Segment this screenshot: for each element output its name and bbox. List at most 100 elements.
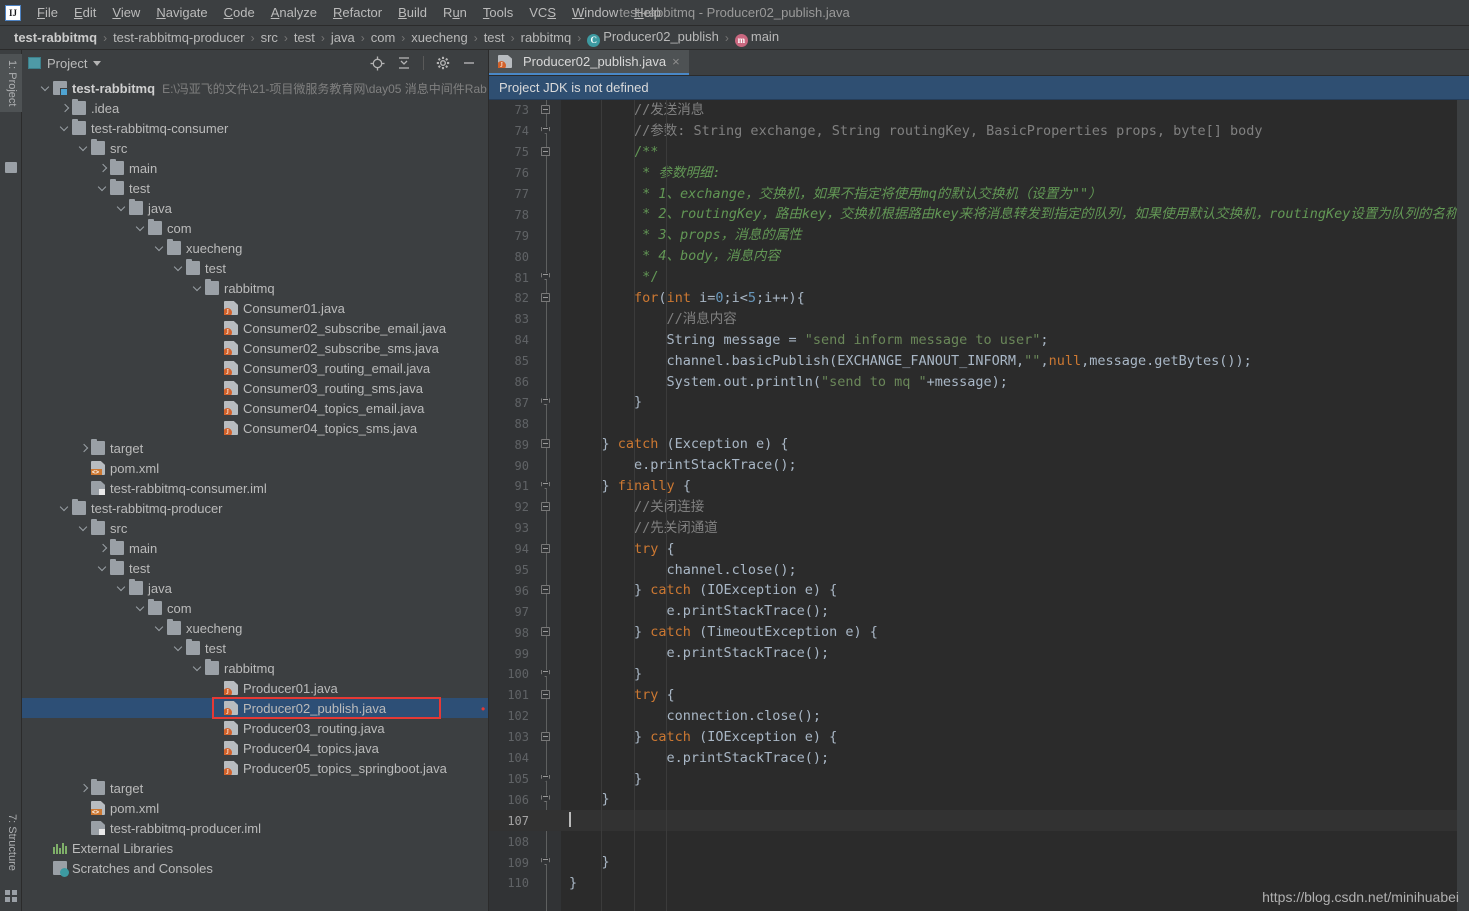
- collapse-all-icon[interactable]: [397, 56, 411, 70]
- menu-item-tools[interactable]: Tools: [475, 2, 521, 24]
- fold-collapse-icon[interactable]: [541, 585, 550, 595]
- fold-end-icon[interactable]: [541, 398, 550, 406]
- fold-column[interactable]: [533, 100, 557, 121]
- chevron-down-icon[interactable]: [40, 82, 52, 94]
- fold-end-icon[interactable]: [541, 670, 550, 678]
- code-line[interactable]: }: [561, 789, 1469, 810]
- code-line[interactable]: //消息内容: [561, 309, 1469, 330]
- breadcrumb-item-test[interactable]: test: [288, 30, 321, 45]
- menu-item-help[interactable]: Help: [626, 2, 669, 24]
- folder-mini-icon[interactable]: [5, 162, 17, 173]
- tree-item[interactable]: Consumer04_topics_email.java: [22, 398, 488, 418]
- fold-column[interactable]: [533, 351, 557, 372]
- fold-column[interactable]: [533, 392, 557, 413]
- breadcrumb-item-xuecheng[interactable]: xuecheng: [405, 30, 473, 45]
- fold-column[interactable]: [533, 685, 557, 706]
- code-line[interactable]: try {: [561, 685, 1469, 706]
- fold-column[interactable]: [533, 288, 557, 309]
- chevron-down-icon[interactable]: [93, 60, 102, 66]
- chevron-down-icon[interactable]: [135, 222, 147, 234]
- fold-column[interactable]: [533, 727, 557, 748]
- menu-item-analyze[interactable]: Analyze: [263, 2, 325, 24]
- fold-column[interactable]: [533, 580, 557, 601]
- breadcrumb-item-com[interactable]: com: [365, 30, 402, 45]
- chevron-down-icon[interactable]: [173, 262, 185, 274]
- fold-column[interactable]: [533, 560, 557, 581]
- code-line[interactable]: //参数: String exchange, String routingKey…: [561, 121, 1469, 142]
- fold-column[interactable]: [533, 518, 557, 539]
- menu-item-run[interactable]: Run: [435, 2, 475, 24]
- fold-collapse-icon[interactable]: [541, 731, 550, 741]
- fold-column[interactable]: [533, 769, 557, 790]
- locate-icon[interactable]: [370, 56, 385, 71]
- menu-item-refactor[interactable]: Refactor: [325, 2, 390, 24]
- fold-collapse-icon[interactable]: [541, 501, 550, 511]
- tree-item[interactable]: src: [22, 138, 488, 158]
- menu-item-window[interactable]: Window: [564, 2, 626, 24]
- breadcrumb-item-rabbitmq[interactable]: rabbitmq: [515, 30, 578, 45]
- tree-item[interactable]: com: [22, 598, 488, 618]
- tree-item[interactable]: test-rabbitmq E:\冯亚飞的文件\21-项目微服务教育网\day05…: [22, 78, 488, 98]
- chevron-down-icon[interactable]: [192, 662, 204, 674]
- close-icon[interactable]: ×: [672, 55, 680, 68]
- chevron-right-icon[interactable]: [59, 102, 71, 114]
- tree-item[interactable]: External Libraries: [22, 838, 488, 858]
- fold-end-icon[interactable]: [541, 858, 550, 866]
- breadcrumb-item-test-rabbitmq-producer[interactable]: test-rabbitmq-producer: [107, 30, 251, 45]
- fold-collapse-icon[interactable]: [541, 439, 550, 449]
- fold-column[interactable]: [533, 622, 557, 643]
- tree-item[interactable]: test-rabbitmq-producer: [22, 498, 488, 518]
- menu-item-view[interactable]: View: [104, 2, 148, 24]
- fold-column[interactable]: [533, 121, 557, 142]
- code-line[interactable]: } catch (Exception e) {: [561, 434, 1469, 455]
- tree-item[interactable]: java: [22, 198, 488, 218]
- fold-column[interactable]: [533, 664, 557, 685]
- tree-item[interactable]: Producer05_topics_springboot.java: [22, 758, 488, 778]
- tree-item[interactable]: test-rabbitmq-producer.iml: [22, 818, 488, 838]
- fold-column[interactable]: [533, 539, 557, 560]
- code-line[interactable]: e.printStackTrace();: [561, 748, 1469, 769]
- chevron-down-icon[interactable]: [173, 642, 185, 654]
- tree-item[interactable]: Consumer04_topics_sms.java: [22, 418, 488, 438]
- code-line[interactable]: //先关闭通道: [561, 518, 1469, 539]
- chevron-down-icon[interactable]: [116, 202, 128, 214]
- code-content[interactable]: //发送消息 //参数: String exchange, String rou…: [561, 100, 1469, 911]
- fold-collapse-icon[interactable]: [541, 293, 550, 303]
- chevron-down-icon[interactable]: [97, 182, 109, 194]
- tree-item[interactable]: pom.xml: [22, 798, 488, 818]
- fold-collapse-icon[interactable]: [541, 146, 550, 156]
- fold-column[interactable]: [533, 810, 557, 831]
- tree-item[interactable]: test: [22, 558, 488, 578]
- menu-item-edit[interactable]: Edit: [66, 2, 104, 24]
- tree-item[interactable]: Scratches and Consoles: [22, 858, 488, 878]
- chevron-down-icon[interactable]: [154, 622, 166, 634]
- fold-column[interactable]: [533, 246, 557, 267]
- tree-item[interactable]: Consumer02_subscribe_sms.java: [22, 338, 488, 358]
- fold-column[interactable]: [533, 748, 557, 769]
- fold-column[interactable]: [533, 413, 557, 434]
- tree-item[interactable]: test: [22, 258, 488, 278]
- menu-item-build[interactable]: Build: [390, 2, 435, 24]
- fold-column[interactable]: [533, 789, 557, 810]
- code-line[interactable]: String message = "send inform message to…: [561, 330, 1469, 351]
- chevron-down-icon[interactable]: [78, 142, 90, 154]
- chevron-right-icon[interactable]: [78, 442, 90, 454]
- fold-column[interactable]: [533, 601, 557, 622]
- editor-tab[interactable]: Producer02_publish.java ×: [489, 50, 689, 75]
- fold-column[interactable]: [533, 225, 557, 246]
- tree-item[interactable]: rabbitmq: [22, 658, 488, 678]
- fold-column[interactable]: [533, 142, 557, 163]
- chevron-down-icon[interactable]: [59, 502, 71, 514]
- code-line[interactable]: //发送消息: [561, 100, 1469, 121]
- fold-column[interactable]: [533, 309, 557, 330]
- code-line[interactable]: /**: [561, 142, 1469, 163]
- code-line[interactable]: channel.close();: [561, 560, 1469, 581]
- code-line[interactable]: [561, 810, 1469, 832]
- breadcrumb-item-test-rabbitmq[interactable]: test-rabbitmq: [8, 30, 103, 45]
- code-line[interactable]: for(int i=0;i<5;i++){: [561, 288, 1469, 309]
- tree-item-selected[interactable]: Producer02_publish.java: [22, 698, 488, 718]
- breadcrumb[interactable]: test-rabbitmq › test-rabbitmq-producer › src…: [0, 26, 1469, 50]
- fold-collapse-icon[interactable]: [541, 627, 550, 637]
- code-line[interactable]: } catch (IOException e) {: [561, 580, 1469, 601]
- fold-column[interactable]: [533, 204, 557, 225]
